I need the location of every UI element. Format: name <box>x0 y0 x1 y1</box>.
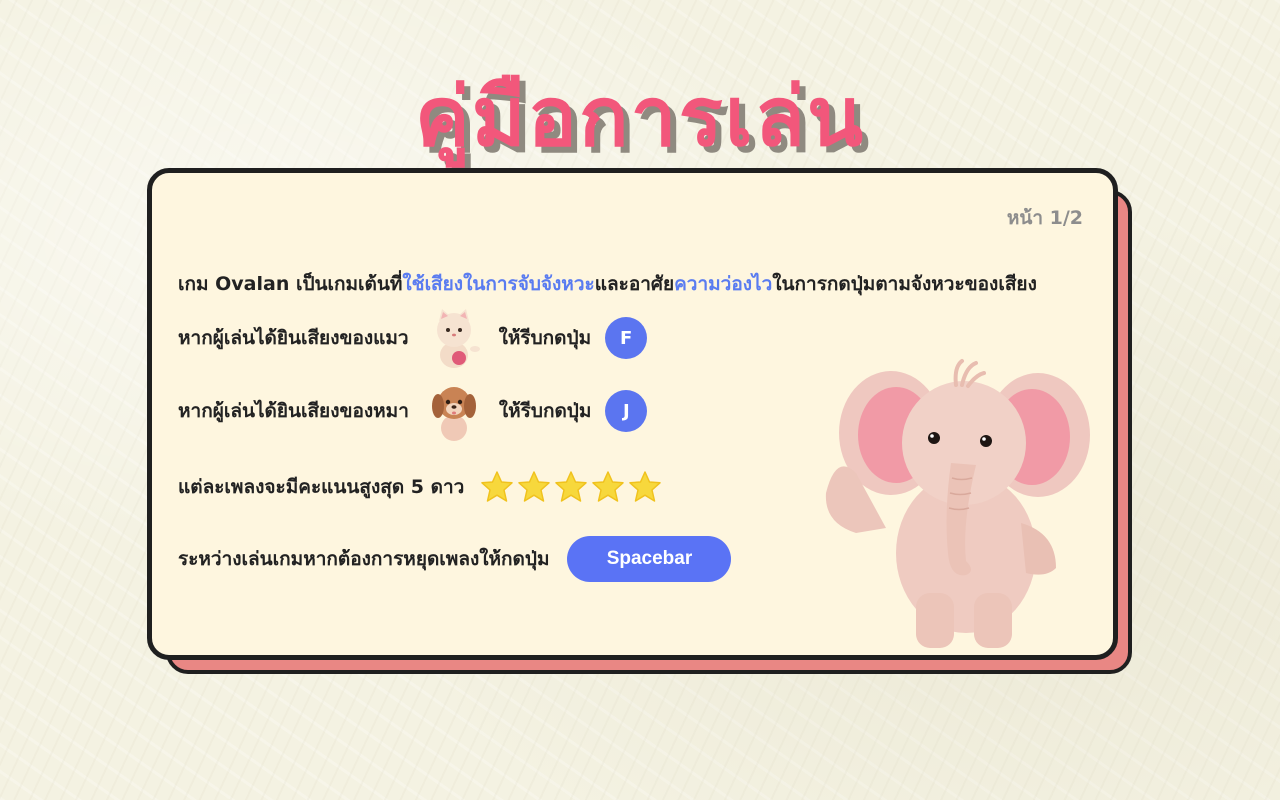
star-icon <box>592 471 625 502</box>
star-icon <box>481 471 514 502</box>
intro-part-1: เกม Ovalan เป็นเกมเต้นที่ <box>178 273 403 295</box>
rule-dog: หากผู้เล่นได้ยินเสียงของหมา ให้รีบกดปุ่ม… <box>178 378 648 444</box>
star-icon <box>629 471 662 502</box>
rule-cat-text: หากผู้เล่นได้ยินเสียงของแมว <box>178 327 409 349</box>
star-icon <box>555 471 588 502</box>
key-j-button[interactable]: J <box>605 390 648 432</box>
rule-stars: แต่ละเพลงจะมีคะแนนสูงสุด 5 ดาว <box>178 470 662 504</box>
spacebar-button[interactable]: Spacebar <box>567 536 732 582</box>
rule-cat-action: ให้รีบกดปุ่ม <box>498 327 592 349</box>
page-indicator: หน้า 1/2 <box>1006 207 1083 229</box>
rule-pause: ระหว่างเล่นเกมหากต้องการหยุดเพลงให้กดปุ่… <box>178 536 732 582</box>
rule-dog-action: ให้รีบกดปุ่ม <box>498 400 592 422</box>
rule-pause-text: ระหว่างเล่นเกมหากต้องการหยุดเพลงให้กดปุ่… <box>178 548 550 570</box>
key-f-button[interactable]: F <box>605 317 648 359</box>
intro-text: เกม Ovalan เป็นเกมเต้นที่ใช้เสียงในการจั… <box>178 269 1098 299</box>
star-rating <box>480 470 662 504</box>
rule-cat: หากผู้เล่นได้ยินเสียงของแมว ให้รีบกดปุ่ม… <box>178 305 648 371</box>
star-icon <box>518 471 551 502</box>
intro-part-2: และอาศัย <box>594 273 675 295</box>
rule-dog-text: หากผู้เล่นได้ยินเสียงของหมา <box>178 400 409 422</box>
intro-part-3: ในการกดปุ่มตามจังหวะของเสียง <box>772 273 1037 295</box>
elephant-mascot <box>825 359 1090 648</box>
dog-icon <box>431 387 476 441</box>
page-title: คู่มือการเล่น <box>414 70 866 165</box>
cat-icon <box>436 309 480 368</box>
intro-highlight-1: ใช้เสียงในการจับจังหวะ <box>402 273 595 295</box>
rule-stars-text: แต่ละเพลงจะมีคะแนนสูงสุด 5 ดาว <box>178 476 465 498</box>
intro-highlight-2: ความว่องไว <box>674 273 773 295</box>
guide-card: หน้า 1/2 เกม Ovalan เป็นเกมเต้นที่ใช้เสี… <box>147 168 1118 660</box>
